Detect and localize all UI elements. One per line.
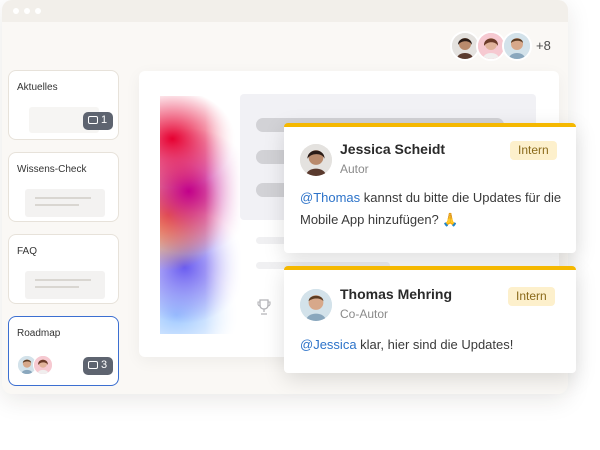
window-dot-icon[interactable] bbox=[24, 8, 30, 14]
window-titlebar bbox=[2, 0, 568, 22]
comment-count-badge[interactable]: 1 bbox=[83, 112, 113, 130]
page-card-roadmap[interactable]: Roadmap 3 bbox=[8, 316, 119, 386]
window-dot-icon[interactable] bbox=[35, 8, 41, 14]
page-card-label: Roadmap bbox=[17, 328, 61, 339]
mention-link[interactable]: @Thomas bbox=[300, 190, 360, 205]
comment-icon bbox=[88, 361, 98, 369]
thumbnail-line bbox=[35, 279, 91, 281]
page-card-aktuelles[interactable]: Aktuelles 1 bbox=[8, 70, 119, 140]
trophy-icon bbox=[257, 299, 271, 315]
comment-text: @Jessica klar, hier sind die Updates! bbox=[300, 334, 564, 356]
thumbnail-line bbox=[35, 197, 91, 199]
page-card-label: FAQ bbox=[17, 246, 38, 257]
user-avatar-icon bbox=[478, 33, 504, 59]
comment-author: Jessica Scheidt bbox=[340, 141, 446, 157]
page-card-label: Aktuelles bbox=[17, 82, 58, 93]
page-thumbnail bbox=[25, 271, 105, 299]
thumbnail-line bbox=[35, 204, 79, 206]
visibility-tag[interactable]: Intern bbox=[508, 287, 555, 306]
comment-count: 3 bbox=[101, 359, 108, 371]
comment-message: klar, hier sind die Updates! bbox=[356, 337, 514, 352]
avatar[interactable] bbox=[502, 31, 532, 61]
comment-author: Thomas Mehring bbox=[340, 286, 453, 302]
visibility-tag[interactable]: Intern bbox=[510, 141, 557, 160]
window-dot-icon[interactable] bbox=[13, 8, 19, 14]
comment-card[interactable]: Jessica Scheidt Autor Intern @Thomas kan… bbox=[284, 123, 576, 253]
page-card-label: Wissens-Check bbox=[17, 164, 87, 175]
page-thumbnail bbox=[25, 189, 105, 217]
comment-text: @Thomas kannst du bitte die Updates für … bbox=[300, 187, 564, 231]
mention-link[interactable]: @Jessica bbox=[300, 337, 357, 352]
user-avatar-icon bbox=[452, 33, 478, 59]
comment-count: 1 bbox=[101, 114, 108, 126]
avatar[interactable] bbox=[300, 144, 332, 176]
comment-author-role: Autor bbox=[340, 162, 369, 176]
comment-icon bbox=[88, 116, 98, 124]
user-avatar-icon bbox=[504, 33, 530, 59]
comment-author-role: Co-Autor bbox=[340, 307, 389, 321]
user-avatar-icon bbox=[300, 144, 332, 176]
more-collaborators-count[interactable]: +8 bbox=[536, 38, 551, 53]
gradient-hero-image bbox=[160, 96, 242, 334]
page-card-faq[interactable]: FAQ bbox=[8, 234, 119, 304]
avatar[interactable] bbox=[300, 289, 332, 321]
comment-card[interactable]: Thomas Mehring Co-Autor Intern @Jessica … bbox=[284, 266, 576, 373]
comment-count-badge[interactable]: 3 bbox=[83, 357, 113, 375]
avatar bbox=[33, 355, 53, 375]
page-card-wissens-check[interactable]: Wissens-Check bbox=[8, 152, 119, 222]
thumbnail-line bbox=[35, 286, 79, 288]
user-avatar-icon bbox=[34, 356, 52, 374]
user-avatar-icon bbox=[300, 289, 332, 321]
stage: +8 Aktuelles 1 Wissens-Check FAQ Roadmap bbox=[0, 0, 600, 450]
